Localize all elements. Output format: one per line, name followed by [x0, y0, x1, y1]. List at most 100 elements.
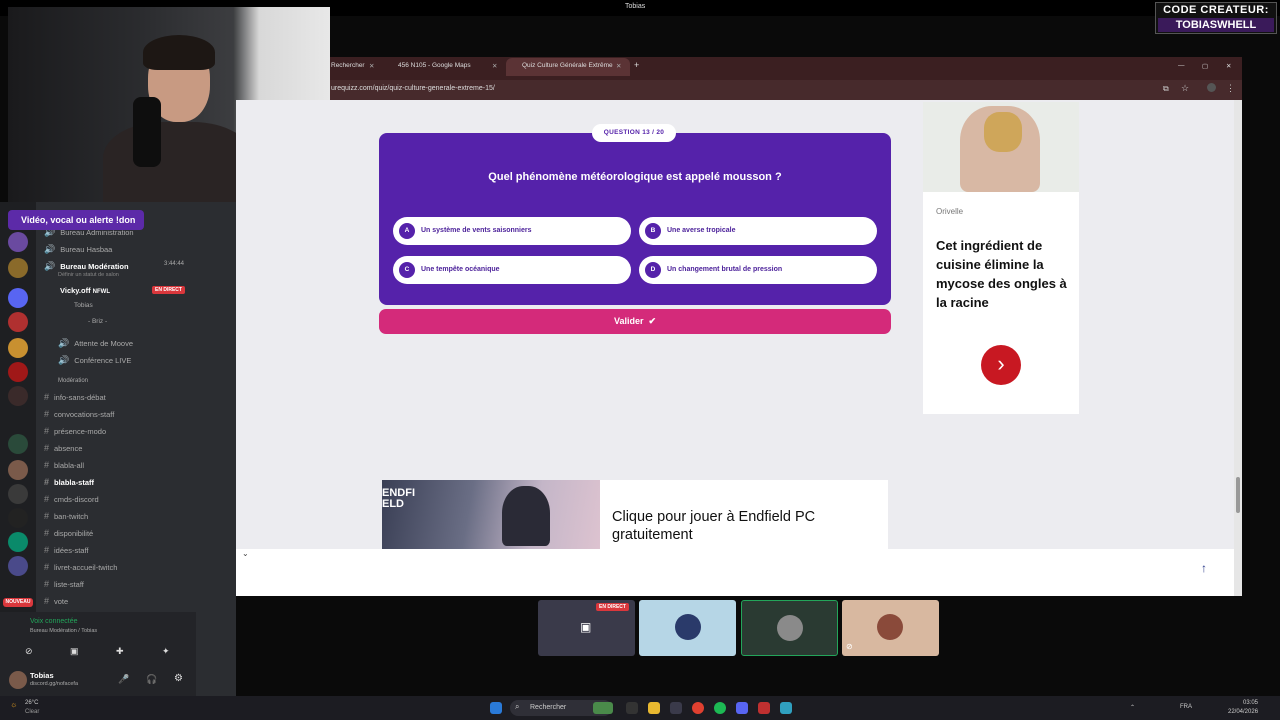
avatar[interactable] — [9, 671, 27, 689]
menu-icon[interactable]: ⋮ — [1226, 83, 1235, 94]
server-icon[interactable] — [8, 258, 28, 278]
clock-date[interactable]: 22/04/2026 — [1228, 709, 1258, 715]
call-tile-user[interactable] — [741, 600, 838, 656]
ad-headline[interactable]: Cet ingrédient de cuisine élimine la myc… — [936, 236, 1068, 312]
call-tile-user[interactable]: ⊘ — [842, 600, 939, 656]
scrollbar-thumb[interactable] — [1236, 477, 1240, 513]
windows-start-icon[interactable] — [490, 702, 502, 714]
tray-chevron-icon[interactable]: ⌃ — [1130, 704, 1135, 711]
game-ad-image[interactable]: ENDFIELD — [382, 480, 600, 549]
app-icon[interactable] — [758, 702, 770, 714]
server-icon[interactable] — [8, 434, 28, 454]
answer-c-button[interactable]: C Une tempête océanique — [393, 256, 631, 284]
question-counter: QUESTION 13 / 20 — [592, 124, 676, 142]
server-icon[interactable] — [8, 288, 28, 308]
close-tab-icon[interactable]: ✕ — [369, 62, 374, 70]
call-tile-user[interactable] — [639, 600, 736, 656]
file-explorer-icon[interactable] — [648, 702, 660, 714]
server-icon[interactable] — [8, 386, 28, 406]
discord-icon[interactable] — [736, 702, 748, 714]
text-channel[interactable]: # info-sans-débat — [44, 392, 106, 402]
channel-status[interactable]: Définir un statut de salon — [58, 272, 119, 278]
chevron-down-icon[interactable]: ⌄ — [242, 549, 249, 558]
task-view-icon[interactable] — [626, 702, 638, 714]
server-icon[interactable] — [8, 312, 28, 332]
ad-arrow-button[interactable]: › — [981, 345, 1021, 385]
chrome-icon[interactable] — [692, 702, 704, 714]
voice-channel[interactable]: 🔊 Conférence LIVE — [58, 355, 131, 366]
text-channel[interactable]: # cmds-discord — [44, 494, 99, 504]
text-channel[interactable]: # livret-accueil-twitch — [44, 562, 117, 572]
camera-off-icon[interactable]: ⊘ — [25, 646, 33, 657]
scrollbar[interactable] — [1234, 100, 1242, 596]
app-icon[interactable] — [780, 702, 792, 714]
widget-icon[interactable] — [593, 702, 613, 714]
answer-a-button[interactable]: A Un système de vents saisonniers — [393, 217, 631, 245]
settings-gear-icon[interactable]: ⚙ — [174, 673, 183, 684]
submit-button[interactable]: Valider ✔ — [379, 309, 891, 334]
soundboard-icon[interactable]: ✦ — [162, 646, 170, 657]
language-indicator[interactable]: FRA — [1180, 704, 1192, 710]
server-icon[interactable] — [8, 508, 28, 528]
close-tab-icon[interactable]: ✕ — [616, 62, 621, 70]
scroll-to-top-button[interactable]: ↑ — [1193, 557, 1215, 579]
minimize-icon[interactable]: — — [1178, 62, 1185, 69]
tab-search[interactable]: Rechercher — [331, 62, 365, 69]
channel-label: vote — [54, 597, 69, 606]
server-icon[interactable] — [8, 484, 28, 504]
weather-temp[interactable]: 26°C — [25, 700, 38, 706]
new-tab-icon[interactable]: + — [634, 60, 639, 70]
server-icon[interactable] — [8, 460, 28, 480]
text-channel[interactable]: # ban-twitch — [44, 511, 88, 521]
text-channel[interactable]: # vote — [44, 596, 68, 606]
profile-icon[interactable] — [1207, 83, 1216, 92]
text-channel[interactable]: # absence — [44, 443, 82, 453]
voice-channel[interactable]: 🔊 Bureau Hasbaa — [44, 244, 112, 255]
tab-quiz[interactable]: Quiz Culture Générale Extrême — [522, 62, 613, 69]
activities-icon[interactable]: ✚ — [116, 646, 124, 657]
server-icon[interactable] — [8, 338, 28, 358]
text-channel[interactable]: # disponibilité — [44, 528, 93, 538]
text-channel[interactable]: # convocations-staff — [44, 409, 114, 419]
voice-channel-active[interactable]: 🔊 Bureau Modération 3:44:44 — [44, 261, 184, 272]
text-channel[interactable]: # blabla-all — [44, 460, 84, 470]
text-channel[interactable]: # présence-modo — [44, 426, 106, 436]
category-header[interactable]: Modération — [58, 378, 88, 384]
close-tab-icon[interactable]: ✕ — [492, 62, 497, 70]
text-channel[interactable]: # liste-staff — [44, 579, 84, 589]
voice-user[interactable]: Vicky.off NFWL EN DIRECT — [60, 286, 185, 295]
text-channel[interactable]: # blabla-staff — [44, 477, 94, 487]
weather-desc[interactable]: Clear — [25, 709, 39, 715]
answer-b-button[interactable]: B Une averse tropicale — [639, 217, 877, 245]
server-icon[interactable] — [8, 232, 28, 252]
voice-user[interactable]: Tobias — [74, 302, 93, 309]
close-window-icon[interactable]: ✕ — [1226, 62, 1231, 70]
game-ad-text[interactable]: Clique pour jouer à Endfield PC gratuite… — [612, 508, 872, 544]
text-channel[interactable]: # idées-staff — [44, 545, 88, 555]
app-icon[interactable] — [670, 702, 682, 714]
avatar — [877, 614, 903, 640]
call-tile-screenshare[interactable]: EN DIRECT ▣ — [538, 600, 635, 656]
maximize-icon[interactable]: ▢ — [1202, 62, 1208, 70]
url-text[interactable]: urequizz.com/quiz/quiz-culture-generale-… — [331, 85, 495, 92]
voice-user[interactable]: - Briz - — [88, 318, 107, 325]
voice-channel-name[interactable]: Bureau Modération / Tobias — [30, 628, 97, 634]
voice-connection-panel: Voix connectée Bureau Modération / Tobia… — [0, 612, 196, 666]
voice-channel[interactable]: 🔊 Attente de Moove — [58, 338, 133, 349]
server-icon[interactable] — [8, 532, 28, 552]
server-icon[interactable] — [8, 362, 28, 382]
tab-google-maps[interactable]: 456 N105 - Google Maps — [398, 62, 471, 69]
spotify-icon[interactable] — [714, 702, 726, 714]
server-icon[interactable] — [8, 556, 28, 576]
answer-d-button[interactable]: D Un changement brutal de pression — [639, 256, 877, 284]
cast-icon[interactable]: ⧉ — [1163, 84, 1169, 94]
avatar — [675, 614, 701, 640]
call-timer: 3:44:44 — [164, 261, 185, 267]
microphone-icon[interactable]: 🎤 — [118, 674, 129, 685]
bookmark-star-icon[interactable]: ☆ — [1181, 83, 1189, 94]
weather-icon[interactable]: ☼ — [10, 700, 17, 709]
user-panel: Tobias discord.gg/nofacefa 🎤 🎧 ⚙ — [0, 666, 196, 696]
clock-time[interactable]: 03:05 — [1243, 700, 1258, 706]
screen-share-icon[interactable]: ▣ — [70, 646, 79, 657]
headphones-icon[interactable]: 🎧 — [146, 674, 157, 685]
